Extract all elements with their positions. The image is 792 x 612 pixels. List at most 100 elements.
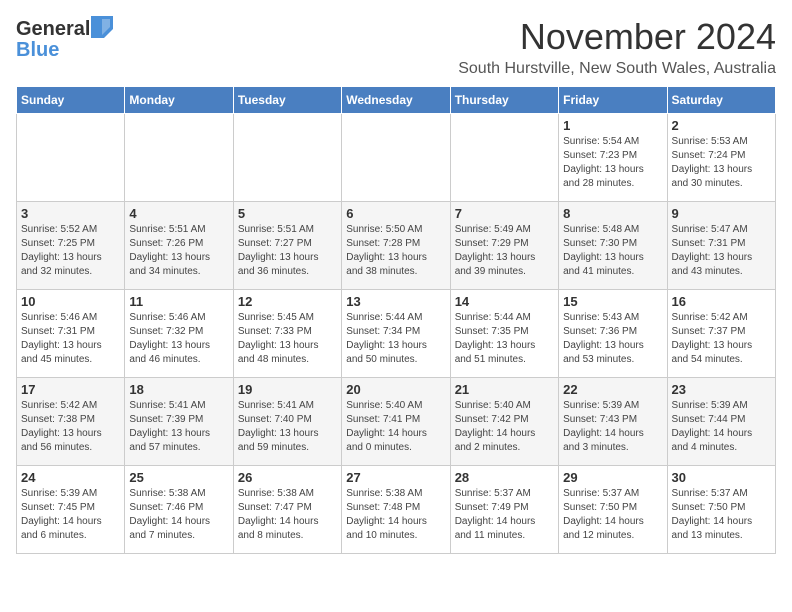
weekday-header-thursday: Thursday bbox=[450, 87, 558, 114]
calendar-cell: 3Sunrise: 5:52 AM Sunset: 7:25 PM Daylig… bbox=[17, 202, 125, 290]
day-number: 29 bbox=[563, 470, 662, 485]
calendar-cell: 5Sunrise: 5:51 AM Sunset: 7:27 PM Daylig… bbox=[233, 202, 341, 290]
day-number: 7 bbox=[455, 206, 554, 221]
day-number: 1 bbox=[563, 118, 662, 133]
day-number: 2 bbox=[672, 118, 771, 133]
weekday-header-tuesday: Tuesday bbox=[233, 87, 341, 114]
day-number: 12 bbox=[238, 294, 337, 309]
day-number: 6 bbox=[346, 206, 445, 221]
calendar-cell: 13 Sunrise: 5:44 AM Sunset: 7:34 PM Dayli… bbox=[342, 290, 450, 378]
calendar-cell: 16 Sunrise: 5:42 AM Sunset: 7:37 PM Dayli… bbox=[667, 290, 775, 378]
week-row-1: 1 Sunrise: 5:54 AM Sunset: 7:23 PM Daylig… bbox=[17, 114, 776, 202]
calendar-cell: 26 Sunrise: 5:38 AM Sunset: 7:47 PM Dayli… bbox=[233, 466, 341, 554]
weekday-header-sunday: Sunday bbox=[17, 87, 125, 114]
calendar-cell: 12 Sunrise: 5:45 AM Sunset: 7:33 PM Dayli… bbox=[233, 290, 341, 378]
day-number: 20 bbox=[346, 382, 445, 397]
calendar-cell: 27 Sunrise: 5:38 AM Sunset: 7:48 PM Dayli… bbox=[342, 466, 450, 554]
day-info: Sunrise: 5:39 AM Sunset: 7:43 PM Dayligh… bbox=[563, 399, 662, 455]
day-info: Sunrise: 5:37 AM Sunset: 7:50 PM Dayligh… bbox=[672, 487, 771, 543]
day-number: 9 bbox=[672, 206, 771, 221]
day-info: Sunrise: 5:46 AM Sunset: 7:31 PM Dayligh… bbox=[21, 311, 120, 367]
calendar-cell bbox=[233, 114, 341, 202]
calendar-cell: 21Sunrise: 5:40 AM Sunset: 7:42 PM Dayli… bbox=[450, 378, 558, 466]
calendar-cell: 19 Sunrise: 5:41 AM Sunset: 7:40 PM Dayli… bbox=[233, 378, 341, 466]
logo: General Blue bbox=[16, 16, 114, 62]
day-number: 4 bbox=[129, 206, 228, 221]
day-info: Sunrise: 5:44 AM Sunset: 7:35 PM Dayligh… bbox=[455, 311, 554, 367]
week-row-4: 17Sunrise: 5:42 AM Sunset: 7:38 PM Dayli… bbox=[17, 378, 776, 466]
day-info: Sunrise: 5:40 AM Sunset: 7:42 PM Dayligh… bbox=[455, 399, 554, 455]
calendar-cell: 8 Sunrise: 5:48 AM Sunset: 7:30 PM Daylig… bbox=[559, 202, 667, 290]
calendar-cell: 10 Sunrise: 5:46 AM Sunset: 7:31 PM Dayli… bbox=[17, 290, 125, 378]
location-title: South Hurstville, New South Wales, Austr… bbox=[458, 60, 776, 78]
day-info: Sunrise: 5:45 AM Sunset: 7:33 PM Dayligh… bbox=[238, 311, 337, 367]
calendar-cell: 9Sunrise: 5:47 AM Sunset: 7:31 PM Daylig… bbox=[667, 202, 775, 290]
calendar-cell: 28 Sunrise: 5:37 AM Sunset: 7:49 PM Dayli… bbox=[450, 466, 558, 554]
logo-blue: Blue bbox=[16, 39, 59, 62]
day-number: 30 bbox=[672, 470, 771, 485]
day-number: 19 bbox=[238, 382, 337, 397]
day-info: Sunrise: 5:41 AM Sunset: 7:40 PM Dayligh… bbox=[238, 399, 337, 455]
day-number: 10 bbox=[21, 294, 120, 309]
day-info: Sunrise: 5:38 AM Sunset: 7:47 PM Dayligh… bbox=[238, 487, 337, 543]
calendar-cell: 14 Sunrise: 5:44 AM Sunset: 7:35 PM Dayli… bbox=[450, 290, 558, 378]
day-info: Sunrise: 5:54 AM Sunset: 7:23 PM Dayligh… bbox=[563, 135, 662, 191]
day-number: 28 bbox=[455, 470, 554, 485]
calendar-cell: 18Sunrise: 5:41 AM Sunset: 7:39 PM Dayli… bbox=[125, 378, 233, 466]
day-number: 27 bbox=[346, 470, 445, 485]
day-number: 22 bbox=[563, 382, 662, 397]
day-info: Sunrise: 5:43 AM Sunset: 7:36 PM Dayligh… bbox=[563, 311, 662, 367]
calendar-cell: 4 Sunrise: 5:51 AM Sunset: 7:26 PM Daylig… bbox=[125, 202, 233, 290]
calendar-cell bbox=[450, 114, 558, 202]
weekday-header-friday: Friday bbox=[559, 87, 667, 114]
day-info: Sunrise: 5:53 AM Sunset: 7:24 PM Dayligh… bbox=[672, 135, 771, 191]
calendar-cell bbox=[125, 114, 233, 202]
day-info: Sunrise: 5:42 AM Sunset: 7:38 PM Dayligh… bbox=[21, 399, 120, 455]
day-number: 26 bbox=[238, 470, 337, 485]
calendar-cell: 11Sunrise: 5:46 AM Sunset: 7:32 PM Dayli… bbox=[125, 290, 233, 378]
day-number: 15 bbox=[563, 294, 662, 309]
calendar-table: SundayMondayTuesdayWednesdayThursdayFrid… bbox=[16, 86, 776, 554]
weekday-header-saturday: Saturday bbox=[667, 87, 775, 114]
day-info: Sunrise: 5:50 AM Sunset: 7:28 PM Dayligh… bbox=[346, 223, 445, 279]
day-number: 8 bbox=[563, 206, 662, 221]
calendar-cell: 7 Sunrise: 5:49 AM Sunset: 7:29 PM Daylig… bbox=[450, 202, 558, 290]
day-info: Sunrise: 5:37 AM Sunset: 7:49 PM Dayligh… bbox=[455, 487, 554, 543]
day-number: 14 bbox=[455, 294, 554, 309]
day-number: 25 bbox=[129, 470, 228, 485]
day-info: Sunrise: 5:48 AM Sunset: 7:30 PM Dayligh… bbox=[563, 223, 662, 279]
day-number: 16 bbox=[672, 294, 771, 309]
day-number: 24 bbox=[21, 470, 120, 485]
calendar-cell: 29 Sunrise: 5:37 AM Sunset: 7:50 PM Dayli… bbox=[559, 466, 667, 554]
month-title: November 2024 bbox=[458, 16, 776, 58]
day-info: Sunrise: 5:38 AM Sunset: 7:46 PM Dayligh… bbox=[129, 487, 228, 543]
calendar-cell: 2 Sunrise: 5:53 AM Sunset: 7:24 PM Daylig… bbox=[667, 114, 775, 202]
week-row-2: 3Sunrise: 5:52 AM Sunset: 7:25 PM Daylig… bbox=[17, 202, 776, 290]
calendar-cell: 24Sunrise: 5:39 AM Sunset: 7:45 PM Dayli… bbox=[17, 466, 125, 554]
day-number: 13 bbox=[346, 294, 445, 309]
day-info: Sunrise: 5:44 AM Sunset: 7:34 PM Dayligh… bbox=[346, 311, 445, 367]
day-info: Sunrise: 5:49 AM Sunset: 7:29 PM Dayligh… bbox=[455, 223, 554, 279]
day-number: 18 bbox=[129, 382, 228, 397]
calendar-cell: 25 Sunrise: 5:38 AM Sunset: 7:46 PM Dayli… bbox=[125, 466, 233, 554]
logo-icon bbox=[91, 16, 113, 43]
week-row-3: 10 Sunrise: 5:46 AM Sunset: 7:31 PM Dayli… bbox=[17, 290, 776, 378]
day-info: Sunrise: 5:38 AM Sunset: 7:48 PM Dayligh… bbox=[346, 487, 445, 543]
day-info: Sunrise: 5:42 AM Sunset: 7:37 PM Dayligh… bbox=[672, 311, 771, 367]
day-info: Sunrise: 5:37 AM Sunset: 7:50 PM Dayligh… bbox=[563, 487, 662, 543]
day-info: Sunrise: 5:39 AM Sunset: 7:44 PM Dayligh… bbox=[672, 399, 771, 455]
day-info: Sunrise: 5:46 AM Sunset: 7:32 PM Dayligh… bbox=[129, 311, 228, 367]
day-number: 5 bbox=[238, 206, 337, 221]
calendar-cell: 17Sunrise: 5:42 AM Sunset: 7:38 PM Dayli… bbox=[17, 378, 125, 466]
calendar-cell: 20 Sunrise: 5:40 AM Sunset: 7:41 PM Dayli… bbox=[342, 378, 450, 466]
day-info: Sunrise: 5:52 AM Sunset: 7:25 PM Dayligh… bbox=[21, 223, 120, 279]
calendar-cell: 30 Sunrise: 5:37 AM Sunset: 7:50 PM Dayli… bbox=[667, 466, 775, 554]
weekday-header-row: SundayMondayTuesdayWednesdayThursdayFrid… bbox=[17, 87, 776, 114]
calendar-cell: 6 Sunrise: 5:50 AM Sunset: 7:28 PM Daylig… bbox=[342, 202, 450, 290]
day-info: Sunrise: 5:51 AM Sunset: 7:26 PM Dayligh… bbox=[129, 223, 228, 279]
calendar-cell: 23 Sunrise: 5:39 AM Sunset: 7:44 PM Dayli… bbox=[667, 378, 775, 466]
day-number: 23 bbox=[672, 382, 771, 397]
day-info: Sunrise: 5:40 AM Sunset: 7:41 PM Dayligh… bbox=[346, 399, 445, 455]
weekday-header-wednesday: Wednesday bbox=[342, 87, 450, 114]
calendar-cell: 22 Sunrise: 5:39 AM Sunset: 7:43 PM Dayli… bbox=[559, 378, 667, 466]
